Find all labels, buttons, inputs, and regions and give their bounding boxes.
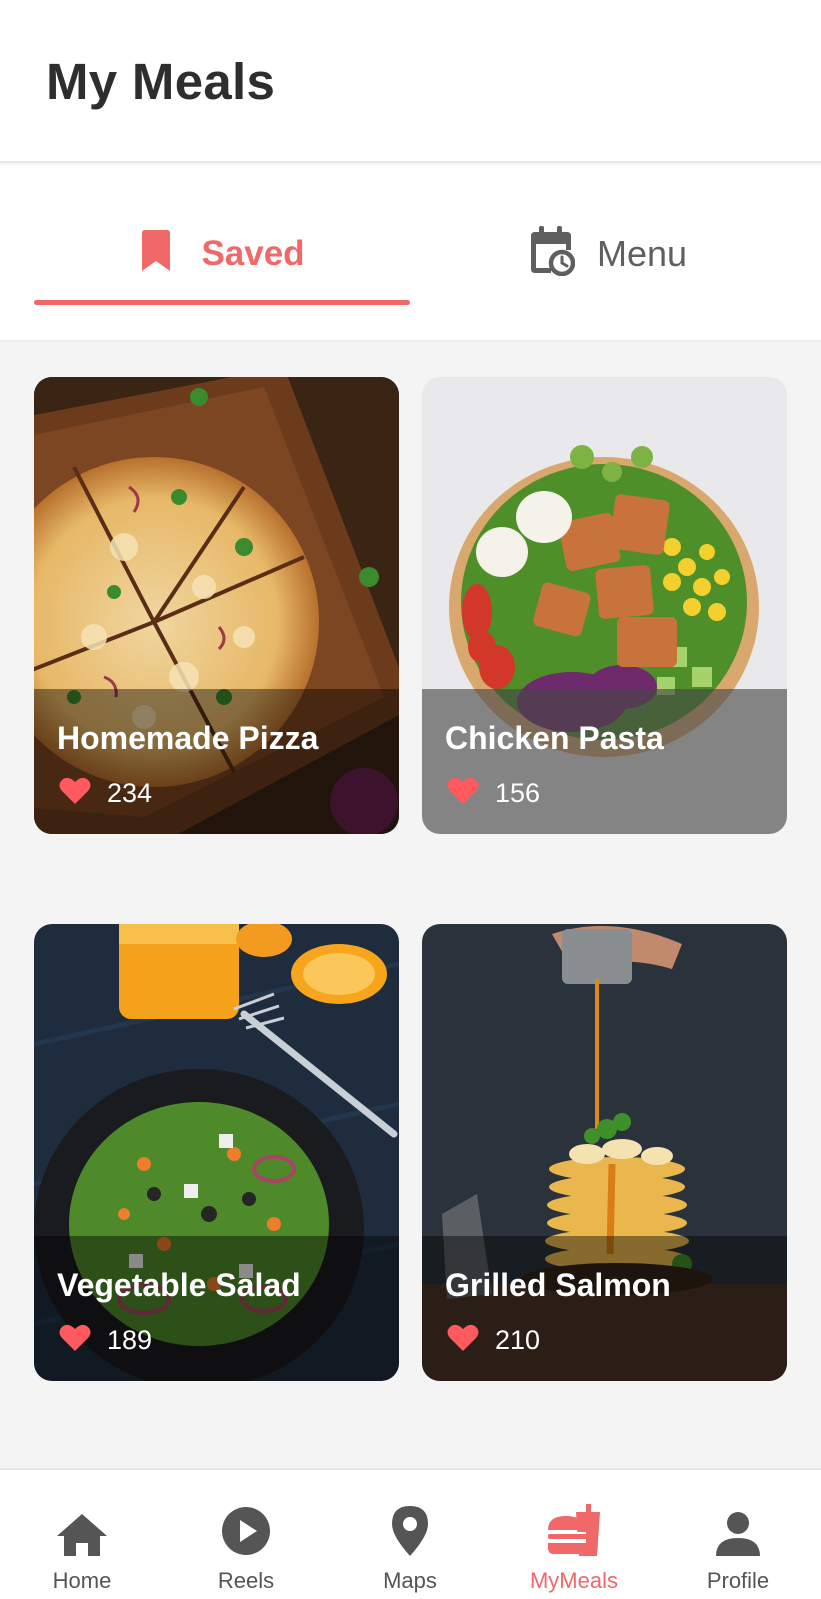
nav-maps-label: Maps bbox=[383, 1568, 437, 1593]
tab-menu[interactable]: Menu bbox=[420, 165, 796, 342]
app-header: My Meals bbox=[0, 0, 821, 163]
active-tab-indicator bbox=[34, 300, 410, 305]
map-pin-icon bbox=[392, 1506, 428, 1556]
nav-home[interactable]: Home bbox=[0, 1470, 164, 1599]
calendar-clock-icon bbox=[529, 226, 576, 281]
tab-menu-label: Menu bbox=[596, 232, 688, 274]
meal-title: Chicken Pasta bbox=[445, 720, 664, 756]
meal-likes: 189 bbox=[59, 1323, 152, 1357]
meal-likes: 156 bbox=[447, 776, 540, 810]
like-count: 234 bbox=[107, 777, 153, 808]
meals-icon bbox=[546, 1504, 602, 1556]
meal-likes: 234 bbox=[59, 776, 152, 810]
tab-saved[interactable]: Saved bbox=[34, 165, 410, 342]
heart-icon[interactable] bbox=[447, 776, 479, 810]
nav-reels[interactable]: Reels bbox=[164, 1470, 328, 1599]
meal-likes: 210 bbox=[447, 1323, 540, 1357]
like-count: 210 bbox=[495, 1324, 541, 1355]
heart-icon[interactable] bbox=[59, 1323, 91, 1357]
meal-card[interactable]: Chicken Pasta 156 bbox=[422, 377, 787, 834]
like-count: 189 bbox=[107, 1324, 153, 1355]
bottom-navigation: Home Reels Maps MyMeals Profile bbox=[0, 1468, 821, 1599]
bookmark-icon bbox=[139, 230, 173, 277]
play-circle-icon bbox=[221, 1506, 271, 1556]
heart-icon[interactable] bbox=[59, 776, 91, 810]
card-caption-overlay bbox=[422, 1236, 787, 1381]
nav-profile[interactable]: Profile bbox=[656, 1470, 820, 1599]
card-caption-overlay bbox=[34, 1236, 399, 1381]
home-icon bbox=[57, 1506, 107, 1556]
meal-card[interactable]: Homemade Pizza 234 bbox=[34, 377, 399, 834]
page-title: My Meals bbox=[46, 53, 276, 110]
nav-profile-label: Profile bbox=[706, 1568, 770, 1593]
meal-card[interactable]: Vegetable Salad 189 bbox=[34, 924, 399, 1381]
heart-icon[interactable] bbox=[447, 1323, 479, 1357]
card-caption-overlay bbox=[34, 689, 399, 834]
meal-title: Vegetable Salad bbox=[57, 1267, 301, 1303]
nav-maps[interactable]: Maps bbox=[328, 1470, 492, 1599]
nav-reels-label: Reels bbox=[217, 1568, 275, 1593]
meal-card[interactable]: Grilled Salmon 210 bbox=[422, 924, 787, 1381]
meal-title: Homemade Pizza bbox=[57, 720, 319, 756]
person-icon bbox=[716, 1506, 760, 1556]
tab-bar: Saved Menu bbox=[0, 165, 821, 342]
card-caption-overlay bbox=[422, 689, 787, 834]
nav-mymeals[interactable]: MyMeals bbox=[492, 1470, 656, 1599]
nav-mymeals-label: MyMeals bbox=[529, 1568, 618, 1593]
like-count: 156 bbox=[495, 777, 541, 808]
nav-home-label: Home bbox=[52, 1568, 112, 1593]
meal-title: Grilled Salmon bbox=[445, 1267, 671, 1303]
tab-saved-label: Saved bbox=[201, 233, 305, 273]
